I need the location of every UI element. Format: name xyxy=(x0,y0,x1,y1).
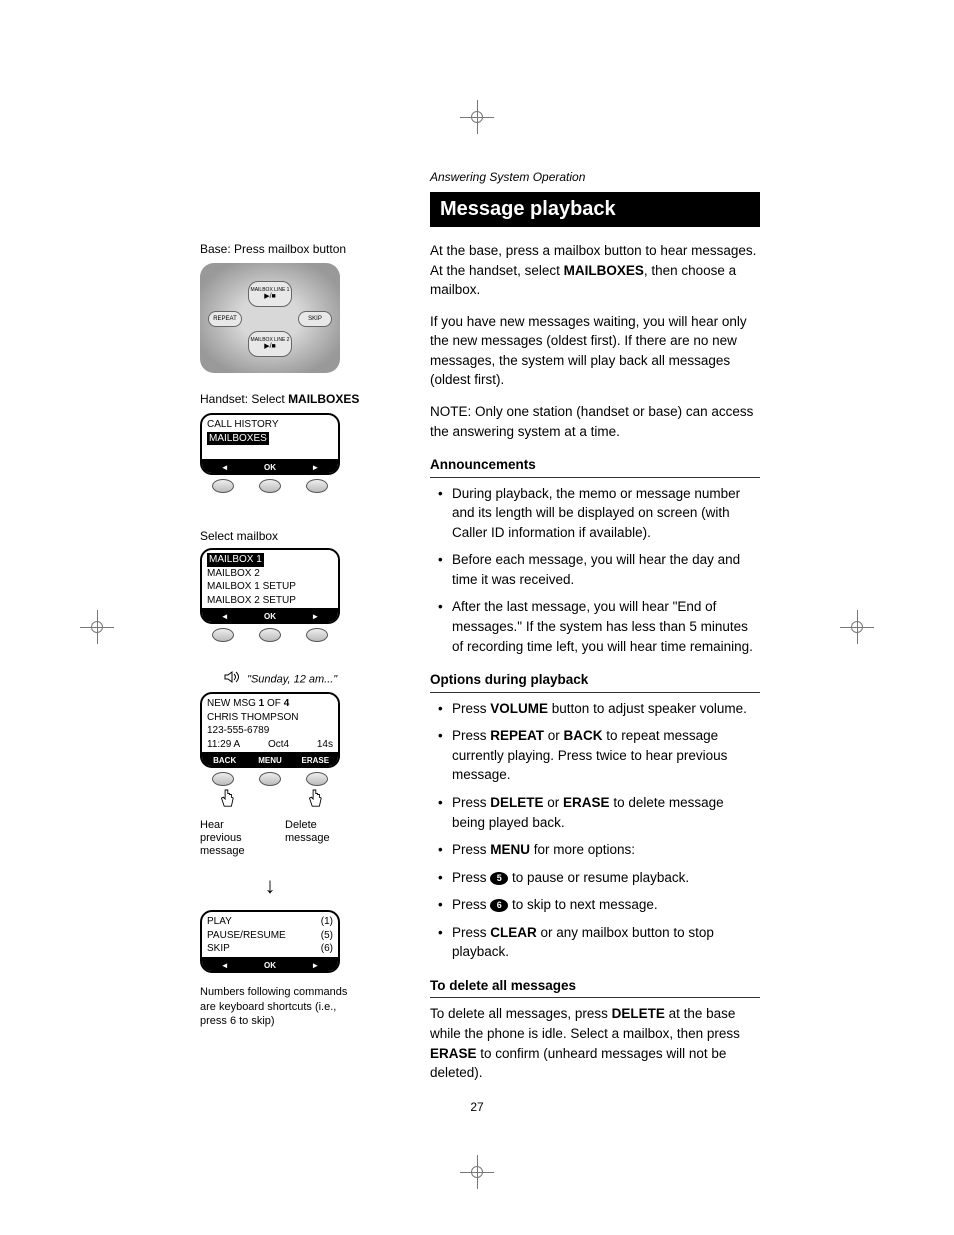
list-item: Press REPEAT or BACK to repeat message c… xyxy=(436,726,760,785)
base-caption: Base: Press mailbox button xyxy=(200,241,385,257)
oval-button[interactable] xyxy=(259,628,281,642)
softkey-right[interactable]: ► xyxy=(294,959,337,970)
sidebar-footnote: Numbers following commands are keyboard … xyxy=(200,985,350,1030)
intro-note: NOTE: Only one station (handset or base)… xyxy=(430,402,760,441)
list-item: Press 6 to skip to next message. xyxy=(436,895,760,915)
page-number: 27 xyxy=(0,1100,954,1114)
mailbox-line1-button[interactable]: MAILBOX LINE 1 ▶/■ xyxy=(248,281,292,307)
announcements-list: During playback, the memo or message num… xyxy=(436,484,760,657)
list-item: During playback, the memo or message num… xyxy=(436,484,760,543)
key-6-icon: 6 xyxy=(490,899,508,912)
softkey-left[interactable]: ◄ xyxy=(203,461,246,472)
oval-button[interactable] xyxy=(259,772,281,786)
select-mailbox-caption: Select mailbox xyxy=(200,528,385,544)
handset-screen-2: MAILBOX 1 MAILBOX 2 MAILBOX 1 SETUP MAIL… xyxy=(200,548,340,624)
list-item: Press DELETE or ERASE to delete message … xyxy=(436,793,760,832)
announcements-heading: Announcements xyxy=(430,455,760,478)
softkey-erase[interactable]: ERASE xyxy=(294,754,337,765)
repeat-button[interactable]: REPEAT xyxy=(208,311,242,327)
softkey-right[interactable]: ► xyxy=(294,610,337,621)
hand-pointer-icon xyxy=(305,788,323,815)
options-list: Press VOLUME button to adjust speaker vo… xyxy=(436,699,760,962)
intro-p2: If you have new messages waiting, you wi… xyxy=(430,312,760,390)
mailbox-line2-button[interactable]: MAILBOX LINE 2 ▶/■ xyxy=(248,331,292,357)
intro-p1: At the base, press a mailbox button to h… xyxy=(430,241,760,300)
delete-paragraph: To delete all messages, press DELETE at … xyxy=(430,1004,760,1082)
oval-button[interactable] xyxy=(306,479,328,493)
list-item: Press VOLUME button to adjust speaker vo… xyxy=(436,699,760,719)
list-item: Press 5 to pause or resume playback. xyxy=(436,868,760,888)
list-item: Press MENU for more options: xyxy=(436,840,760,860)
skip-button[interactable]: SKIP xyxy=(298,311,332,327)
list-item: Press CLEAR or any mailbox button to sto… xyxy=(436,923,760,962)
audio-hint: "Sunday, 12 am..." xyxy=(224,671,385,688)
options-heading: Options during playback xyxy=(430,670,760,693)
oval-button[interactable] xyxy=(306,772,328,786)
list-item: After the last message, you will hear "E… xyxy=(436,597,760,656)
sidebar: Base: Press mailbox button MAILBOX LINE … xyxy=(200,241,385,1095)
section-header: Answering System Operation xyxy=(430,170,760,184)
oval-button[interactable] xyxy=(212,479,234,493)
softkey-left[interactable]: ◄ xyxy=(203,959,246,970)
base-illustration: MAILBOX LINE 1 ▶/■ REPEAT SKIP MAILBOX L… xyxy=(200,263,340,373)
key-5-icon: 5 xyxy=(490,872,508,885)
softkey-ok[interactable]: OK xyxy=(248,461,291,472)
list-item: Before each message, you will hear the d… xyxy=(436,550,760,589)
delete-message-label: Delete message xyxy=(285,819,340,859)
speaker-icon xyxy=(224,671,240,688)
button-row xyxy=(200,479,340,493)
softkey-right[interactable]: ► xyxy=(294,461,337,472)
main-content: At the base, press a mailbox button to h… xyxy=(430,241,760,1095)
arrow-down-icon: ↓ xyxy=(200,871,340,901)
softkey-ok[interactable]: OK xyxy=(248,959,291,970)
oval-button[interactable] xyxy=(212,772,234,786)
softkey-left[interactable]: ◄ xyxy=(203,610,246,621)
page: Answering System Operation Message playb… xyxy=(200,170,760,1095)
delete-heading: To delete all messages xyxy=(430,976,760,999)
handset-screen-1: CALL HISTORY MAILBOXES ◄ OK ► xyxy=(200,413,340,475)
oval-button[interactable] xyxy=(306,628,328,642)
softkey-menu[interactable]: MENU xyxy=(248,754,291,765)
hear-previous-label: Hear previous message xyxy=(200,819,255,859)
softkey-ok[interactable]: OK xyxy=(248,610,291,621)
hand-pointer-icon xyxy=(217,788,235,815)
oval-button[interactable] xyxy=(259,479,281,493)
handset-screen-3: NEW MSG 1 OF 4 CHRIS THOMPSON 123-555-67… xyxy=(200,692,340,768)
handset-screen-4: PLAY(1) PAUSE/RESUME(5) SKIP(6) ◄ OK ► xyxy=(200,910,340,973)
softkey-back[interactable]: BACK xyxy=(203,754,246,765)
oval-button[interactable] xyxy=(212,628,234,642)
handset-caption: Handset: Select MAILBOXES xyxy=(200,391,385,407)
page-title: Message playback xyxy=(430,192,760,227)
